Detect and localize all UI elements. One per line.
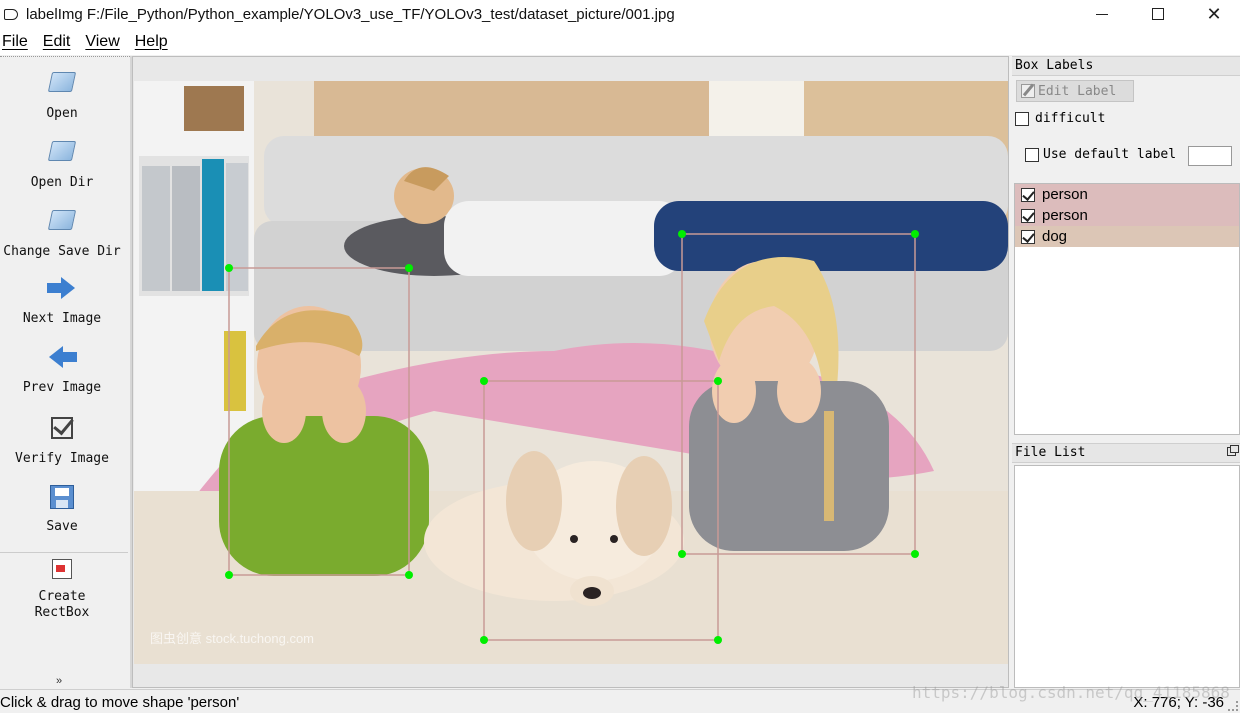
status-message: Click & drag to move shape 'person' [0,694,240,711]
save-button[interactable]: Save [0,482,124,535]
toolbar-separator [0,552,128,553]
change-save-dir-label: Change Save Dir [3,244,121,259]
toolbar-extension-icon[interactable]: » [56,675,62,687]
label-list-item[interactable]: dog [1015,226,1239,247]
maximize-icon [1152,8,1164,20]
checkbox-icon [47,417,77,447]
edit-label-button[interactable]: Edit Label [1016,80,1134,102]
window-title: labelImg F:/File_Python/Python_example/Y… [26,5,675,23]
prev-image-label: Prev Image [22,380,102,395]
close-button[interactable]: ✕ [1186,0,1240,28]
open-dir-label: Open Dir [30,175,94,190]
page-watermark: https://blog.csdn.net/qq_41185868 [912,683,1230,702]
minimize-button[interactable] [1074,0,1130,28]
use-default-label-checkbox[interactable] [1025,147,1039,162]
file-list-title-text: File List [1015,445,1086,460]
open-button[interactable]: Open [0,67,124,122]
next-image-label: Next Image [22,311,102,326]
menu-help[interactable]: Help [132,33,176,51]
menu-view[interactable]: View [82,33,127,51]
title-bar: labelImg F:/File_Python/Python_example/Y… [0,0,1240,28]
folder-icon [47,141,77,171]
open-label: Open [46,106,78,121]
edit-label-text: Edit Label [1038,83,1117,99]
open-dir-button[interactable]: Open Dir [0,136,124,191]
create-rectbox-button[interactable]: Create RectBox [0,557,124,621]
change-save-dir-button[interactable]: Change Save Dir [0,205,124,260]
save-label: Save [46,519,78,534]
verify-image-button[interactable]: Verify Image [0,413,124,467]
image-watermark: 图虫创意 stock.tuchong.com [150,631,314,646]
edit-pencil-icon [1021,84,1035,98]
box-labels-title: Box Labels [1012,56,1240,76]
undock-icon[interactable] [1227,445,1239,456]
menu-file[interactable]: File [0,33,36,51]
create-rectbox-label-1: Create [38,589,86,604]
resize-grip-icon[interactable] [1228,701,1238,711]
label-list-item[interactable]: person [1015,205,1239,226]
create-rectbox-label-2: RectBox [34,605,90,620]
menu-edit[interactable]: Edit [40,33,79,51]
right-dock: Box Labels Edit Label difficult Use defa… [1012,56,1240,688]
label-visibility-checkbox[interactable] [1021,187,1035,202]
label-item-text: person [1042,207,1088,224]
file-list-title: File List [1012,443,1240,463]
image-canvas[interactable] [134,81,1008,664]
difficult-label: difficult [1035,111,1106,126]
file-list[interactable] [1014,465,1240,688]
photo-illustration [134,81,1008,664]
label-list-item[interactable]: person [1015,184,1239,205]
rectbox-icon [47,559,77,585]
label-item-text: dog [1042,228,1068,245]
toolbar: Open Open Dir Change Save Dir Next Image… [0,56,130,688]
close-icon: ✕ [1206,3,1222,24]
maximize-button[interactable] [1130,0,1186,28]
difficult-row: difficult [1015,111,1105,126]
verify-image-label: Verify Image [15,451,109,466]
use-default-label-text: Use default label [1043,147,1177,162]
arrow-left-icon [47,346,77,376]
app-icon [4,8,18,20]
folder-icon [47,210,77,240]
minimize-icon [1096,13,1108,15]
label-visibility-checkbox[interactable] [1021,229,1035,244]
label-list[interactable]: person person dog [1014,183,1240,435]
default-label-input[interactable] [1188,146,1232,166]
arrow-right-icon [47,277,77,307]
menu-bar: File Edit View Help [0,28,1240,55]
difficult-checkbox[interactable] [1015,111,1029,126]
prev-image-button[interactable]: Prev Image [0,342,124,396]
save-icon [47,485,77,515]
folder-icon [47,72,77,102]
next-image-button[interactable]: Next Image [0,273,124,327]
label-item-text: person [1042,186,1088,203]
label-visibility-checkbox[interactable] [1021,208,1035,223]
use-default-label-row: Use default label [1025,147,1176,162]
